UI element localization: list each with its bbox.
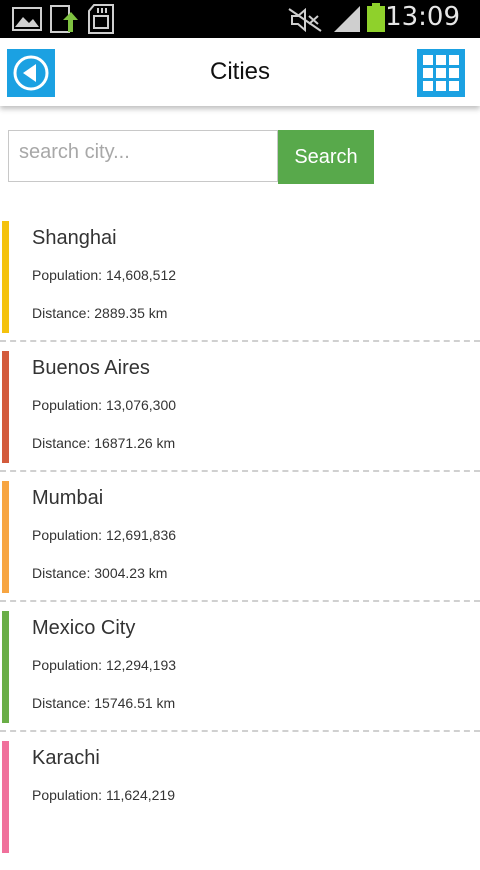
city-population: Population: 13,076,300 — [32, 397, 177, 413]
divider — [0, 470, 480, 472]
city-color-bar — [2, 611, 9, 723]
list-item[interactable]: Mumbai Population: 12,691,836 Distance: … — [0, 480, 480, 610]
upload-icon — [50, 5, 78, 33]
signal-icon — [334, 6, 360, 32]
divider — [0, 340, 480, 342]
city-population: Population: 12,691,836 — [32, 527, 177, 543]
city-distance: Distance: 3004.23 km — [32, 565, 168, 581]
city-name: Karachi — [32, 747, 100, 769]
app-bar: Cities — [0, 38, 480, 106]
status-time: 13:09 — [385, 2, 460, 32]
city-color-bar — [2, 351, 9, 463]
city-distance: Distance: 16871.26 km — [32, 435, 176, 451]
city-population: Population: 14,608,512 — [32, 267, 177, 283]
divider — [0, 730, 480, 732]
list-item[interactable]: Shanghai Population: 14,608,512 Distance… — [0, 220, 480, 350]
city-color-bar — [2, 741, 9, 853]
city-name: Shanghai — [32, 227, 117, 249]
search-button[interactable]: Search — [278, 130, 374, 184]
search-row: Search — [8, 130, 374, 184]
grid-view-button[interactable] — [417, 49, 465, 97]
grid-icon — [423, 55, 459, 91]
city-list: Shanghai Population: 14,608,512 Distance… — [0, 220, 480, 870]
sd-card-icon — [88, 4, 114, 34]
list-item[interactable]: Karachi Population: 11,624,219 — [0, 740, 480, 870]
city-color-bar — [2, 221, 9, 333]
battery-icon — [367, 3, 385, 32]
list-item[interactable]: Mexico City Population: 12,294,193 Dista… — [0, 610, 480, 740]
status-bar: 13:09 — [0, 0, 480, 38]
page-title: Cities — [209, 58, 270, 85]
city-name: Mexico City — [32, 617, 136, 639]
city-distance: Distance: 15746.51 km — [32, 695, 176, 711]
divider — [0, 600, 480, 602]
city-name: Mumbai — [32, 487, 104, 509]
city-population: Population: 11,624,219 — [32, 787, 175, 803]
list-item[interactable]: Buenos Aires Population: 13,076,300 Dist… — [0, 350, 480, 480]
search-input[interactable] — [8, 130, 278, 182]
city-distance: Distance: 2889.35 km — [32, 305, 168, 321]
mute-icon — [288, 8, 322, 32]
city-population: Population: 12,294,193 — [32, 657, 177, 673]
city-name: Buenos Aires — [32, 357, 150, 379]
image-icon — [12, 7, 42, 31]
city-color-bar — [2, 481, 9, 593]
